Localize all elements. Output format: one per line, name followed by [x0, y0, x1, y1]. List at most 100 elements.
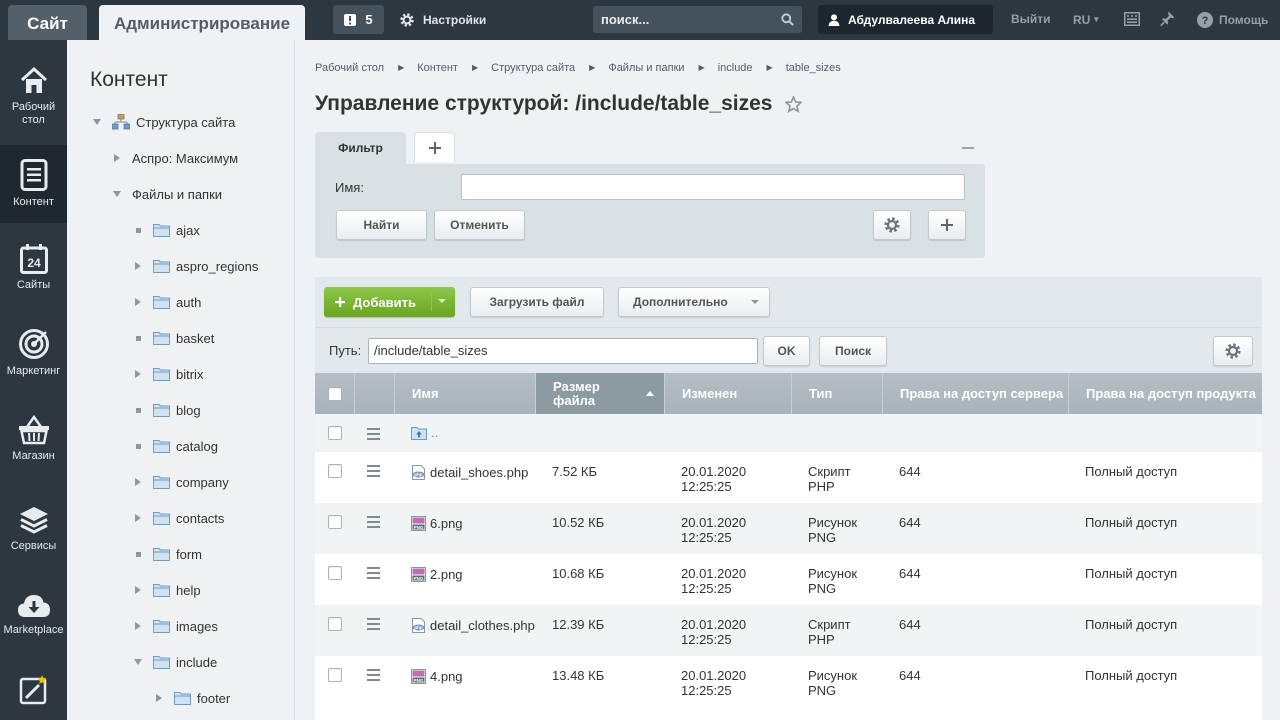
nav-desktop[interactable]: Рабочий стол — [0, 66, 67, 127]
expand-icon[interactable] — [110, 154, 124, 162]
expand-icon[interactable] — [131, 370, 145, 378]
row-menu-icon[interactable] — [367, 618, 380, 633]
table-row-parent[interactable]: .. — [315, 414, 1262, 452]
nav-marketing[interactable]: Маркетинг — [0, 328, 67, 378]
tree-item-site-structure[interactable]: Структура сайта — [90, 112, 235, 132]
expand-icon[interactable] — [131, 514, 145, 522]
row-menu-icon[interactable] — [367, 567, 380, 582]
user-button[interactable]: Абдулвалеева Алина — [818, 5, 993, 34]
column-header-name[interactable]: Имя — [395, 373, 536, 414]
breadcrumb-item[interactable]: Рабочий стол — [315, 62, 384, 74]
add-button[interactable]: Добавить — [324, 287, 455, 317]
filter-settings-button[interactable] — [873, 210, 911, 240]
breadcrumb-item[interactable]: include — [718, 62, 753, 74]
add-filter-field-button[interactable] — [928, 210, 966, 240]
breadcrumb-item[interactable]: table_sizes — [786, 62, 841, 74]
breadcrumb-item[interactable]: Контент — [417, 62, 458, 74]
admin-tab[interactable]: Администрирование — [99, 5, 305, 44]
expand-icon[interactable] — [131, 622, 145, 630]
row-menu-icon[interactable] — [367, 465, 380, 480]
row-menu-icon[interactable] — [367, 516, 380, 531]
expand-icon[interactable] — [152, 694, 166, 702]
column-header-size[interactable]: Размер файла — [536, 373, 665, 414]
tree-item-folder[interactable]: blog — [131, 400, 201, 420]
table-row[interactable]: php detail_clothes.php 12.39 КБ 20.01.20… — [315, 605, 1262, 656]
table-row[interactable]: PNG 2.png 10.68 КБ 20.01.2020 12:25:25 Р… — [315, 554, 1262, 605]
logout-link[interactable]: Выйти — [1011, 5, 1051, 34]
row-checkbox[interactable] — [328, 566, 342, 580]
find-button[interactable]: Найти — [336, 210, 427, 240]
path-ok-button[interactable]: OK — [763, 336, 810, 366]
tree-item-files-folders[interactable]: Файлы и папки — [110, 184, 222, 204]
table-row[interactable]: PNG 6.png 10.52 КБ 20.01.2020 12:25:25 Р… — [315, 503, 1262, 554]
row-menu-icon[interactable] — [367, 428, 380, 443]
tree-item-folder[interactable]: auth — [131, 292, 201, 312]
expand-icon[interactable] — [131, 478, 145, 486]
select-all-checkbox[interactable] — [327, 386, 342, 401]
file-name-link[interactable]: php detail_clothes.php — [411, 618, 535, 633]
row-checkbox[interactable] — [328, 426, 342, 440]
tree-item-folder[interactable]: contacts — [131, 508, 224, 528]
collapse-icon[interactable] — [131, 659, 145, 665]
nav-sites[interactable]: 24 Сайты — [0, 244, 67, 292]
column-header-modified[interactable]: Изменен — [665, 373, 792, 414]
tree-item-folder[interactable]: footer — [152, 688, 230, 708]
column-header-type[interactable]: Тип — [792, 373, 883, 414]
path-input[interactable]: /include/table_sizes — [368, 338, 758, 364]
collapse-icon[interactable] — [110, 191, 124, 197]
file-name-link[interactable]: PNG 2.png — [411, 567, 463, 582]
nav-services[interactable]: Сервисы — [0, 505, 67, 553]
tree-item-folder[interactable]: help — [131, 580, 201, 600]
cancel-button[interactable]: Отменить — [434, 210, 525, 240]
tree-item-folder[interactable]: company — [131, 472, 229, 492]
minimize-filter-button[interactable] — [962, 147, 974, 149]
more-actions-button[interactable]: Дополнительно — [618, 287, 770, 317]
tree-item-folder[interactable]: bitrix — [131, 364, 203, 384]
upload-file-button[interactable]: Загрузить файл — [470, 287, 604, 317]
settings-button[interactable]: Настройки — [400, 5, 486, 34]
nav-marketplace[interactable]: Marketplace — [0, 593, 67, 637]
expand-icon[interactable] — [131, 586, 145, 594]
site-tab[interactable]: Сайт — [8, 5, 87, 42]
star-icon[interactable] — [784, 95, 802, 113]
chevron-down-icon[interactable] — [438, 299, 446, 303]
language-selector[interactable]: RU ▼ — [1073, 5, 1100, 34]
pin-icon[interactable] — [1160, 11, 1175, 27]
search-input[interactable] — [593, 6, 773, 33]
column-header-product-access[interactable]: Права на доступ продукта — [1069, 373, 1262, 414]
expand-icon[interactable] — [131, 298, 145, 306]
tree-item-folder[interactable]: basket — [131, 328, 214, 348]
nav-wizard[interactable] — [0, 673, 67, 710]
tree-item-folder[interactable]: ajax — [131, 220, 200, 240]
row-menu-icon[interactable] — [367, 669, 380, 684]
tree-item-folder[interactable]: catalog — [131, 436, 218, 456]
tree-item-folder[interactable]: include — [131, 652, 217, 672]
path-search-button[interactable]: Поиск — [819, 336, 887, 366]
table-row[interactable]: php detail_shoes.php 7.52 КБ 20.01.2020 … — [315, 452, 1262, 503]
file-name-link[interactable]: PNG 6.png — [411, 516, 463, 531]
collapse-icon[interactable] — [90, 119, 104, 125]
breadcrumb-item[interactable]: Файлы и папки — [608, 62, 684, 74]
row-checkbox[interactable] — [328, 668, 342, 682]
list-settings-button[interactable] — [1213, 336, 1253, 366]
keyboard-icon[interactable] — [1124, 12, 1140, 26]
notifications-button[interactable]: 5 — [333, 5, 384, 34]
filter-name-input[interactable] — [461, 174, 965, 200]
nav-content[interactable]: Контент — [0, 145, 67, 223]
tree-item-folder[interactable]: form — [131, 544, 202, 564]
parent-folder-link[interactable]: .. — [411, 425, 438, 440]
expand-icon[interactable] — [131, 262, 145, 270]
search-icon[interactable] — [781, 13, 794, 26]
breadcrumb-item[interactable]: Структура сайта — [491, 62, 575, 74]
row-checkbox[interactable] — [328, 464, 342, 478]
tree-item-aspro[interactable]: Аспро: Максимум — [110, 148, 238, 168]
help-button[interactable]: ? Помощь — [1197, 5, 1268, 34]
tree-item-folder[interactable]: aspro_regions — [131, 256, 258, 276]
file-name-link[interactable]: php detail_shoes.php — [411, 465, 528, 480]
file-name-link[interactable]: PNG 4.png — [411, 669, 463, 684]
tree-item-folder[interactable]: images — [131, 616, 218, 636]
row-checkbox[interactable] — [328, 515, 342, 529]
add-filter-tab-button[interactable] — [414, 132, 455, 162]
filter-tab[interactable]: Фильтр — [315, 132, 406, 164]
column-header-server-access[interactable]: Права на доступ сервера — [883, 373, 1069, 414]
